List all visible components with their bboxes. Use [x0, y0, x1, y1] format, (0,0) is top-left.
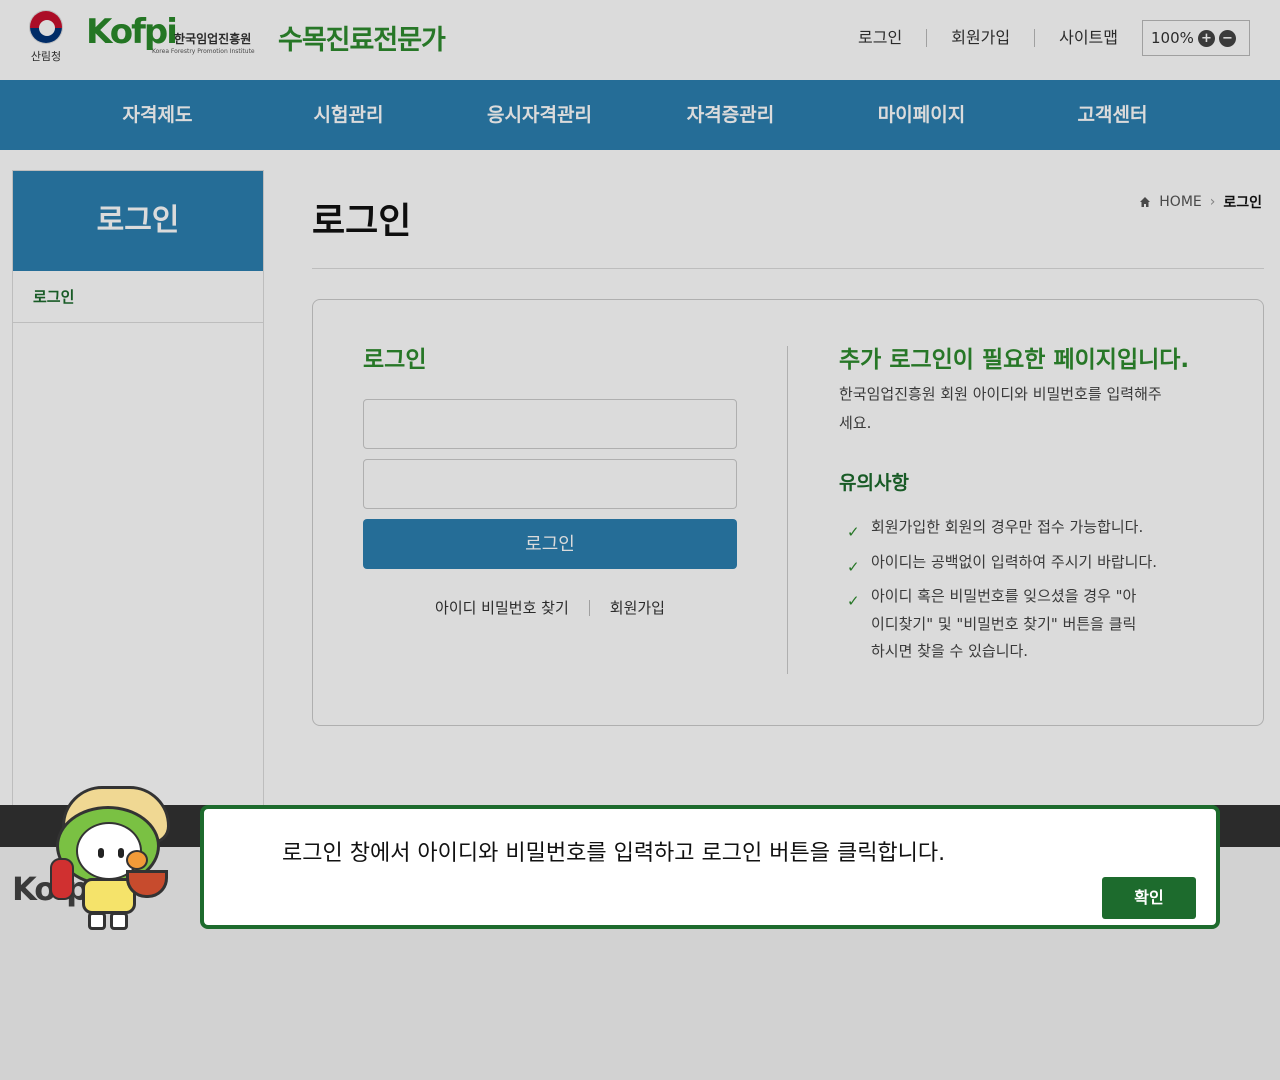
guide-dialog: 로그인 창에서 아이디와 비밀번호를 입력하고 로그인 버튼을 클릭합니다. 확… [200, 805, 1220, 929]
dialog-message: 로그인 창에서 아이디와 비밀번호를 입력하고 로그인 버튼을 클릭합니다. [282, 841, 946, 866]
confirm-button[interactable]: 확인 [1102, 877, 1196, 919]
mascot-character-icon [48, 786, 178, 936]
